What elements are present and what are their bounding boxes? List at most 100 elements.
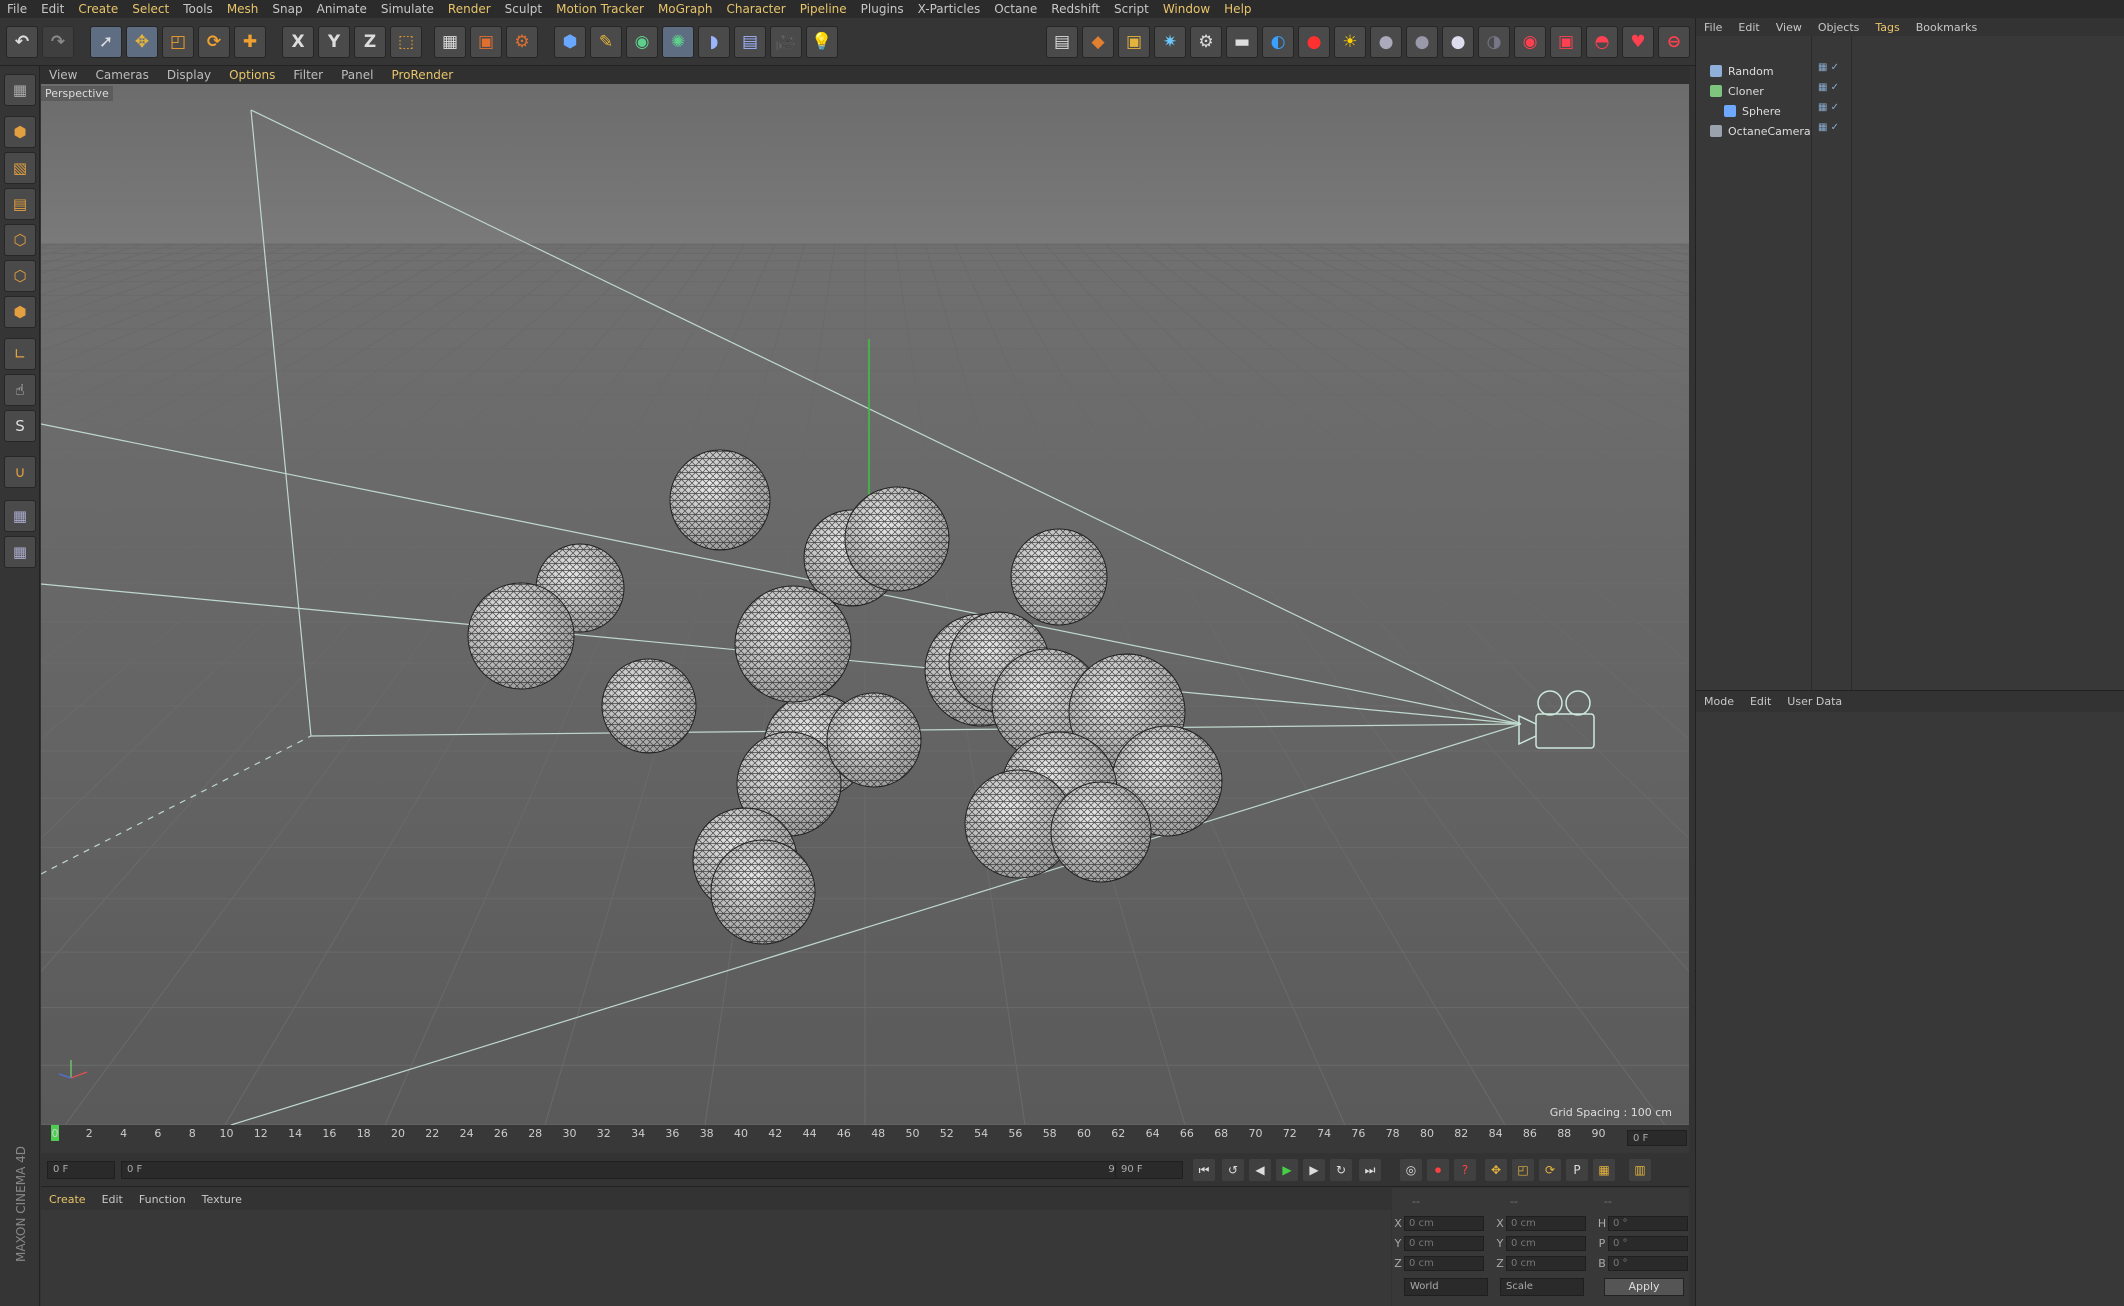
key-rotation-icon[interactable]: ⟳ xyxy=(1539,1159,1561,1181)
object-menu-bookmarks[interactable]: Bookmarks xyxy=(1916,21,1977,34)
x-axis-button[interactable]: X xyxy=(282,26,314,58)
object-row-cloner[interactable]: Cloner xyxy=(1710,82,1764,100)
model-mode-icon[interactable]: ⬢ xyxy=(4,116,36,148)
coord-field[interactable]: 0 cm xyxy=(1506,1255,1586,1271)
z-axis-button[interactable]: Z xyxy=(354,26,386,58)
octane-materials-icon[interactable]: ◆ xyxy=(1082,26,1114,58)
menu-character[interactable]: Character xyxy=(726,2,785,16)
object-row-sphere[interactable]: Sphere xyxy=(1724,102,1781,120)
start-frame-field[interactable]: 0 F xyxy=(47,1161,115,1179)
menu-snap[interactable]: Snap xyxy=(272,2,302,16)
object-menu-file[interactable]: File xyxy=(1704,21,1722,34)
viewport-menu-display[interactable]: Display xyxy=(167,68,211,82)
menu-animate[interactable]: Animate xyxy=(317,2,367,16)
menu-motion-tracker[interactable]: Motion Tracker xyxy=(556,2,644,16)
viewport-menu-options[interactable]: Options xyxy=(229,68,275,82)
snap-icon[interactable]: ∪ xyxy=(4,456,36,488)
texture-mode-icon[interactable]: ▧ xyxy=(4,152,36,184)
go-to-start-icon[interactable]: ⏮ xyxy=(1193,1159,1215,1181)
planar-workplane-icon[interactable]: ▦ xyxy=(4,536,36,568)
subdivision-button[interactable]: ◉ xyxy=(626,26,658,58)
coord-field[interactable]: 0 cm xyxy=(1404,1235,1484,1251)
cloner-button[interactable]: ✺ xyxy=(662,26,694,58)
soft-selection-icon[interactable]: S xyxy=(4,410,36,442)
go-to-end-icon[interactable]: ⏭ xyxy=(1359,1159,1381,1181)
object-visibility-toggle[interactable]: ▦ ✓ xyxy=(1818,122,1839,133)
floor-button[interactable]: ▤ xyxy=(734,26,766,58)
menu-edit[interactable]: Edit xyxy=(41,2,64,16)
y-axis-button[interactable]: Y xyxy=(318,26,350,58)
octane-diffuse-material-icon[interactable]: ● xyxy=(1370,26,1402,58)
scale-tool-button[interactable]: ◰ xyxy=(162,26,194,58)
menu-window[interactable]: Window xyxy=(1163,2,1210,16)
previous-key-icon[interactable]: ↺ xyxy=(1222,1159,1244,1181)
next-key-icon[interactable]: ↻ xyxy=(1330,1159,1352,1181)
object-visibility-toggle[interactable]: ▦ ✓ xyxy=(1818,62,1839,73)
light-button[interactable]: 💡 xyxy=(806,26,838,58)
object-menu-view[interactable]: View xyxy=(1776,21,1802,34)
play-icon[interactable]: ▶ xyxy=(1276,1159,1298,1181)
lock-workplane-icon[interactable]: ▦ xyxy=(4,500,36,532)
render-picture-viewer-button[interactable]: ▣ xyxy=(470,26,502,58)
autokey-icon[interactable]: ? xyxy=(1454,1159,1476,1181)
make-editable-icon[interactable]: ▦ xyxy=(4,74,36,106)
attr-menu-mode[interactable]: Mode xyxy=(1704,695,1734,708)
previous-frame-icon[interactable]: ◀ xyxy=(1249,1159,1271,1181)
deformer-button[interactable]: ◗ xyxy=(698,26,730,58)
end-frame-field[interactable]: 90 F xyxy=(1115,1161,1183,1179)
octane-specular-material-icon[interactable]: ● xyxy=(1442,26,1474,58)
pen-spline-button[interactable]: ✎ xyxy=(590,26,622,58)
octane-arealight-icon[interactable]: ▬ xyxy=(1226,26,1258,58)
octane-redshift-camera-icon[interactable]: ▣ xyxy=(1550,26,1582,58)
object-visibility-toggle[interactable]: ▦ ✓ xyxy=(1818,82,1839,93)
menu-tools[interactable]: Tools xyxy=(183,2,213,16)
object-row-random[interactable]: Random xyxy=(1710,62,1774,80)
motion-path-icon[interactable]: ◎ xyxy=(1400,1159,1422,1181)
select-tool-button[interactable]: ➚ xyxy=(90,26,122,58)
menu-file[interactable]: File xyxy=(7,2,27,16)
apply-button[interactable]: Apply xyxy=(1604,1278,1684,1296)
octane-live-viewer-icon[interactable]: ▤ xyxy=(1046,26,1078,58)
key-parameter-icon[interactable]: P xyxy=(1566,1159,1588,1181)
redo-button[interactable]: ↷ xyxy=(42,26,74,58)
material-menu-create[interactable]: Create xyxy=(49,1193,86,1206)
menu-mograph[interactable]: MoGraph xyxy=(658,2,713,16)
axis-mode-icon[interactable]: ∟ xyxy=(4,338,36,370)
octane-redshift-light-icon[interactable]: ♥ xyxy=(1622,26,1654,58)
record-keys-icon[interactable]: ⏺ xyxy=(1427,1159,1449,1181)
material-menu-texture[interactable]: Texture xyxy=(202,1193,242,1206)
menu-create[interactable]: Create xyxy=(78,2,118,16)
key-scale-icon[interactable]: ◰ xyxy=(1512,1159,1534,1181)
world-dropdown[interactable]: World xyxy=(1404,1278,1488,1296)
octane-settings-icon[interactable]: ⚙ xyxy=(1190,26,1222,58)
menu-octane[interactable]: Octane xyxy=(994,2,1037,16)
timeline-window-icon[interactable]: ▥ xyxy=(1629,1159,1651,1181)
octane-scatter-icon[interactable]: ✷ xyxy=(1154,26,1186,58)
workplane-mode-icon[interactable]: ▤ xyxy=(4,188,36,220)
menu-mesh[interactable]: Mesh xyxy=(227,2,259,16)
coord-field[interactable]: 0 cm xyxy=(1506,1235,1586,1251)
polygons-mode-icon[interactable]: ⬢ xyxy=(4,296,36,328)
material-menu-function[interactable]: Function xyxy=(139,1193,186,1206)
coordinate-system-button[interactable]: ⬚ xyxy=(390,26,422,58)
cube-object-button[interactable]: ⬢ xyxy=(554,26,586,58)
points-mode-icon[interactable]: ⬡ xyxy=(4,224,36,256)
octane-glossy-material-icon[interactable]: ● xyxy=(1406,26,1438,58)
move-tool-button[interactable]: ✥ xyxy=(126,26,158,58)
menu-select[interactable]: Select xyxy=(132,2,169,16)
transform-tool-button[interactable]: ✚ xyxy=(234,26,266,58)
octane-redshift-dome-icon[interactable]: ◓ xyxy=(1586,26,1618,58)
octane-record-icon[interactable]: ● xyxy=(1298,26,1330,58)
viewport-menu-view[interactable]: View xyxy=(49,68,77,82)
object-menu-objects[interactable]: Objects xyxy=(1818,21,1860,34)
menu-help[interactable]: Help xyxy=(1224,2,1251,16)
object-row-octanecamera[interactable]: OctaneCamera xyxy=(1710,122,1811,140)
menu-plugins[interactable]: Plugins xyxy=(861,2,904,16)
camera-button[interactable]: 🎥 xyxy=(770,26,802,58)
next-frame-icon[interactable]: ▶ xyxy=(1303,1159,1325,1181)
viewport-menu-prorender[interactable]: ProRender xyxy=(391,68,453,82)
menu-sculpt[interactable]: Sculpt xyxy=(505,2,542,16)
attr-menu-edit[interactable]: Edit xyxy=(1750,695,1771,708)
viewport-menu-panel[interactable]: Panel xyxy=(341,68,373,82)
menu-simulate[interactable]: Simulate xyxy=(381,2,434,16)
